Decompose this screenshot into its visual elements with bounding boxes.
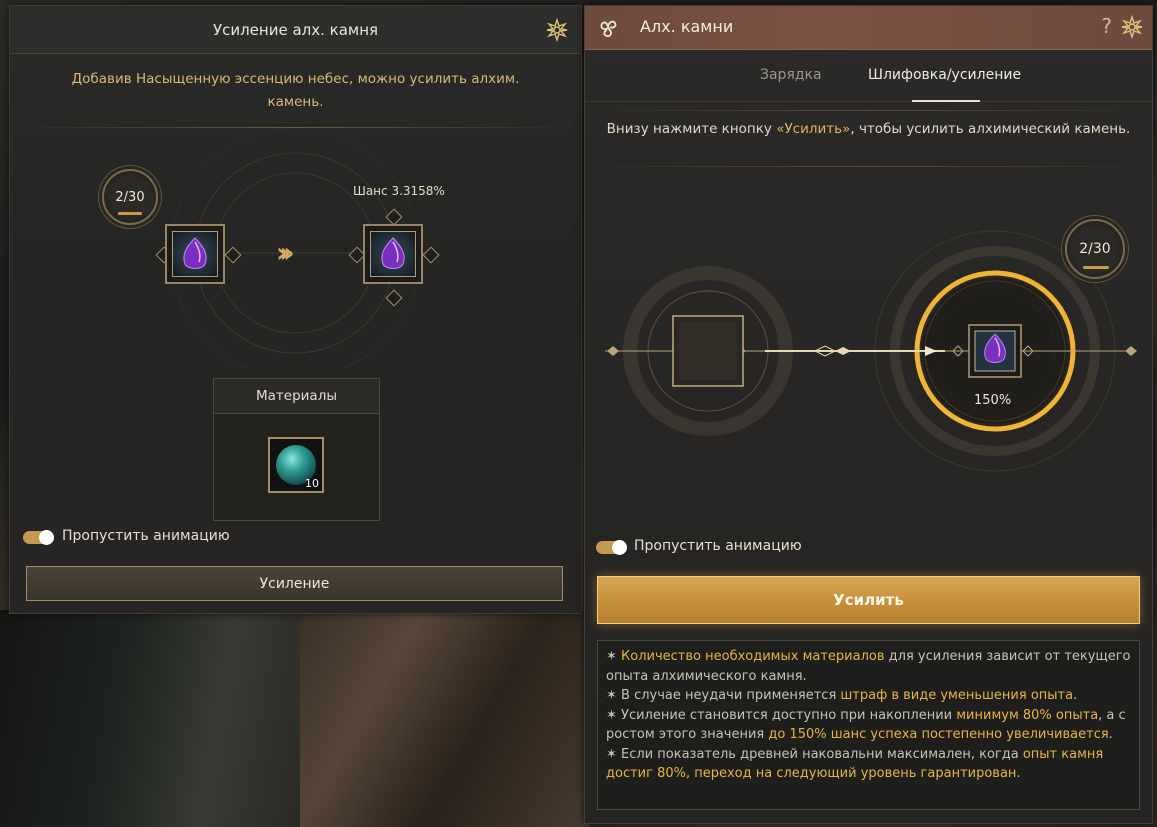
success-chance: Шанс 3.3158% (353, 184, 445, 198)
stage-decoration (605, 230, 1137, 472)
purple-gem-icon (183, 237, 207, 269)
stage-decoration (160, 128, 430, 368)
background-scene-left (0, 610, 300, 827)
material-slot[interactable]: 10 (268, 437, 324, 493)
experience-percent: 150% (974, 393, 1012, 408)
info-highlight: до 150% шанс успеха постепенно увеличива… (768, 727, 1109, 742)
info-text: . (1073, 688, 1078, 703)
purple-gem-icon (381, 237, 405, 269)
notice-highlight: «Усилить» (776, 121, 851, 137)
info-highlight: минимум 80% опыта (956, 707, 1099, 723)
info-text: ✶ В случае неудачи применяется (606, 688, 841, 703)
skip-animation-toggle[interactable] (596, 540, 627, 555)
arrow-right-icon: ››› (276, 236, 294, 269)
info-text: ✶ (606, 649, 622, 664)
slot-frame (370, 231, 416, 277)
level-badge: 2/30 (1065, 219, 1125, 279)
materials-title: Материалы (214, 379, 379, 414)
info-line: ✶ Количество необходимых материалов для … (606, 647, 1131, 686)
toggle-knob (612, 540, 627, 555)
tab-bar: Зарядка Шлифовка/усиление (585, 50, 1152, 102)
help-icon[interactable]: ? (1101, 14, 1112, 38)
info-text: ✶ Если показатель древней наковальни мак… (606, 746, 1023, 762)
info-highlight: штраф в виде уменьшения опыта (840, 688, 1074, 703)
material-count: 10 (305, 477, 319, 490)
info-box: ✶ Количество необходимых материалов для … (597, 640, 1140, 810)
panel-header: Алх. камни ? (585, 6, 1152, 50)
toggle-knob (39, 530, 54, 545)
level-badge: 2/30 (102, 169, 158, 225)
level-progress-bar (118, 212, 142, 215)
info-text: ✶ Усиление становится доступно при накоп… (606, 707, 957, 723)
info-highlight: Количество необходимых материалов (621, 649, 885, 664)
level-progress-bar (1083, 266, 1109, 269)
info-line: ✶ Усиление становится доступно при накоп… (606, 706, 1131, 745)
enhance-button[interactable]: Усилить (597, 576, 1140, 624)
info-line: ✶ Если показатель древней наковальни мак… (606, 745, 1131, 784)
alchemy-stones-panel: Алх. камни ? Зарядка Шлифовка/усиление В… (584, 5, 1153, 824)
background-scene-right (300, 610, 590, 827)
enhance-stage: 150% 2/30 (585, 171, 1152, 521)
settings-icon[interactable] (545, 18, 569, 42)
divider (585, 110, 1152, 111)
enhance-button-label: Усиление (259, 575, 330, 592)
enhance-button[interactable]: Усиление (26, 566, 563, 601)
notice-part: Внизу нажмите кнопку (606, 121, 777, 137)
panel-title: Алх. камни (640, 17, 734, 36)
info-line: ✶ В случае неудачи применяется штраф в в… (606, 686, 1131, 706)
enhance-stage: 2/30 ››› Шанс 3.3158% (10, 128, 581, 368)
panel-header: Усиление алх. камня (10, 6, 581, 54)
info-text: . (1108, 727, 1113, 742)
tab-polish-enhance[interactable]: Шлифовка/усиление (868, 67, 1021, 83)
tab-charging[interactable]: Зарядка (760, 67, 822, 83)
notice-text: Добавив Насыщенную эссенцию небес, можно… (71, 71, 520, 110)
panel-title: Усиление алх. камня (212, 20, 379, 39)
result-stone-slot[interactable] (363, 224, 423, 284)
purple-gem-icon (984, 333, 1006, 363)
notice-text: Внизу нажмите кнопку «Усилить», чтобы ус… (585, 116, 1152, 142)
enhance-button-label: Усилить (833, 591, 904, 609)
slot-frame (172, 231, 218, 277)
notice-part: , чтобы усилить алхимический камень. (850, 121, 1131, 137)
info-text: . (1016, 766, 1021, 781)
level-text: 2/30 (115, 189, 145, 205)
materials-box: Материалы 10 (213, 378, 380, 521)
current-stone-slot[interactable] (165, 224, 225, 284)
settings-icon[interactable] (1120, 15, 1144, 39)
skip-animation-label: Пропустить анимацию (62, 528, 230, 544)
skip-animation-toggle[interactable] (23, 530, 54, 545)
active-tab-indicator (912, 100, 980, 102)
skip-animation-label: Пропустить анимацию (634, 538, 802, 554)
triskelion-icon (600, 20, 617, 38)
stone-enhance-panel: Усиление алх. камня Добавив Насыщенную э… (9, 5, 582, 614)
divider (585, 166, 1152, 167)
level-text: 2/30 (1079, 241, 1111, 257)
